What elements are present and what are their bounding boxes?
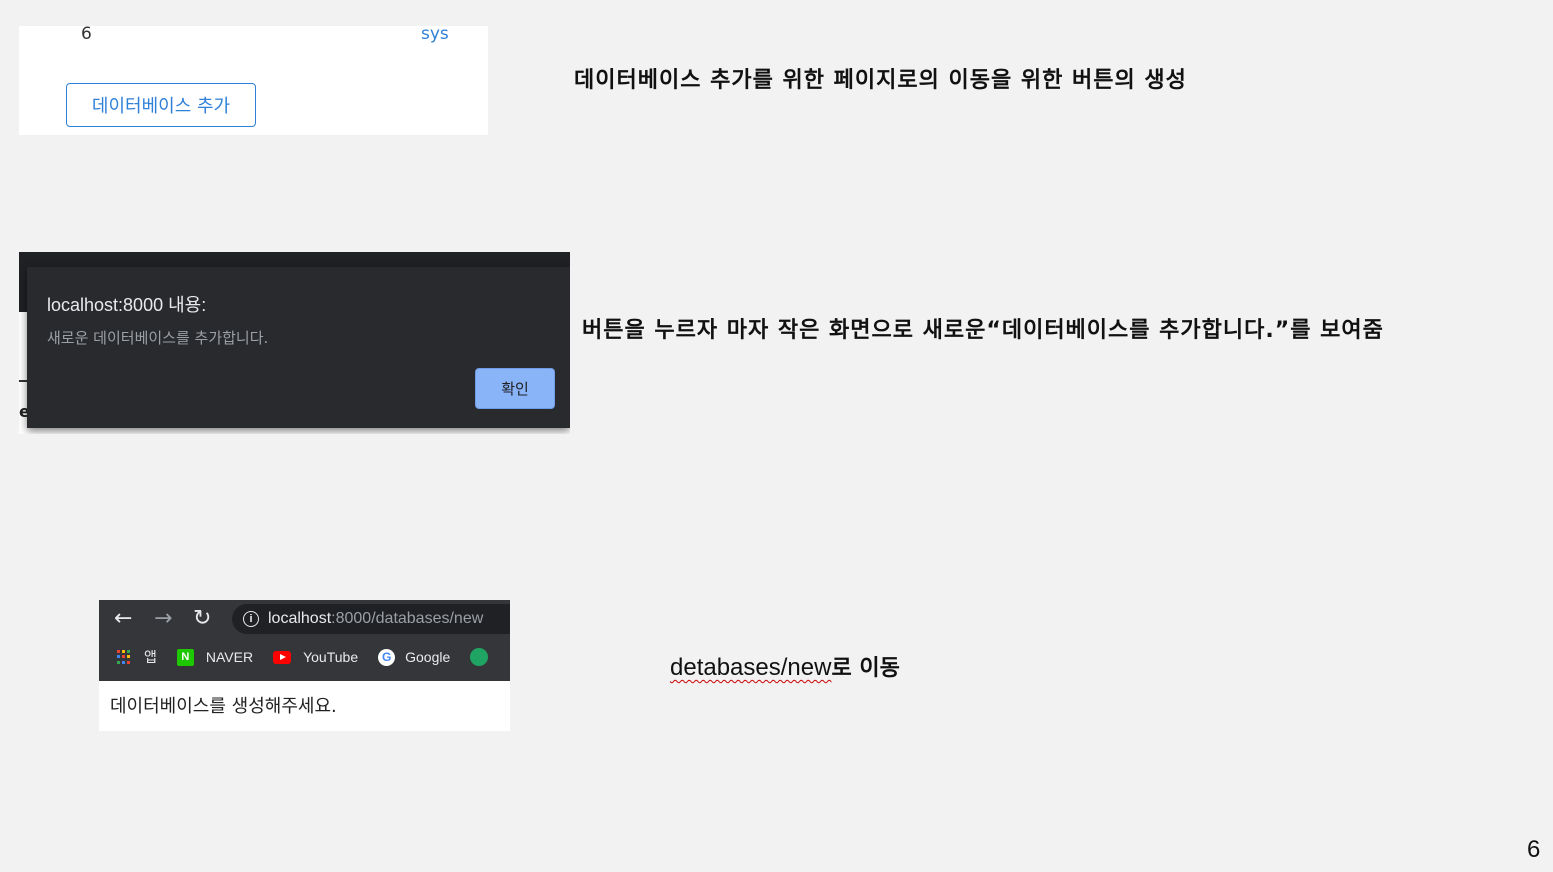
alert-dialog: localhost:8000 내용: 새로운 데이터베이스를 추가합니다. 확인 [27,267,570,428]
caption-navigate: detabases/new로 이동 [670,650,900,682]
slide-number: 6 [1527,836,1541,863]
browser-screenshot-panel: ← → ↻ i localhost:8000/databases/new 앱 N… [99,600,510,731]
database-list-panel: 6 sys 데이터베이스 추가 [19,24,488,135]
bookmarks-bar: 앱 N NAVER YouTube G Google [99,642,508,672]
alert-title: localhost:8000 내용: [47,295,207,315]
page-message: 데이터베이스를 생성해주세요. [110,696,337,717]
address-bar[interactable]: i localhost:8000/databases/new [232,604,510,634]
reload-icon[interactable]: ↻ [193,606,211,631]
google-icon: G [378,648,396,666]
row-number: 6 [81,24,92,44]
browser-toolbar: ← → ↻ i localhost:8000/databases/new 앱 N… [99,600,510,681]
bookmark-youtube[interactable]: YouTube [273,649,358,665]
info-icon[interactable]: i [243,611,259,627]
alert-message: 새로운 데이터베이스를 추가합니다. [47,329,269,347]
forward-arrow-icon[interactable]: → [154,606,172,631]
back-arrow-icon[interactable]: ← [114,606,132,631]
add-database-button[interactable]: 데이터베이스 추가 [66,83,256,127]
bookmark-google[interactable]: G Google [378,648,451,666]
bookmark-label: 앱 [144,649,157,665]
bookmark-label: YouTube [303,649,359,665]
extension-icon [470,648,489,666]
apps-grid-icon [117,649,132,665]
bookmark-apps[interactable]: 앱 [117,647,157,667]
ok-button[interactable]: 확인 [475,368,555,409]
bookmark-label: Google [405,649,451,665]
caption-path: detabases/new [670,654,832,681]
bookmark-naver[interactable]: N NAVER [176,648,254,666]
row-owner-link[interactable]: sys [421,24,449,44]
naver-icon: N [176,648,194,666]
youtube-icon [273,650,292,664]
url-host: localhost [268,610,332,627]
caption-alert: 버튼을 누르자 마자 작은 화면으로 새로운“데이터베이스를 추가합니다.”를 … [582,318,1384,343]
url-path: :8000/databases/new [331,610,484,627]
bookmark-extension[interactable] [470,648,489,666]
bookmark-label: NAVER [205,649,254,665]
alert-screenshot-panel: e localhost:8000 내용: 새로운 데이터베이스를 추가합니다. … [19,252,570,434]
caption-add-button: 데이터베이스 추가를 위한 페이지로의 이동을 위한 버튼의 생성 [574,68,1187,93]
caption-suffix: 로 이동 [831,656,900,681]
